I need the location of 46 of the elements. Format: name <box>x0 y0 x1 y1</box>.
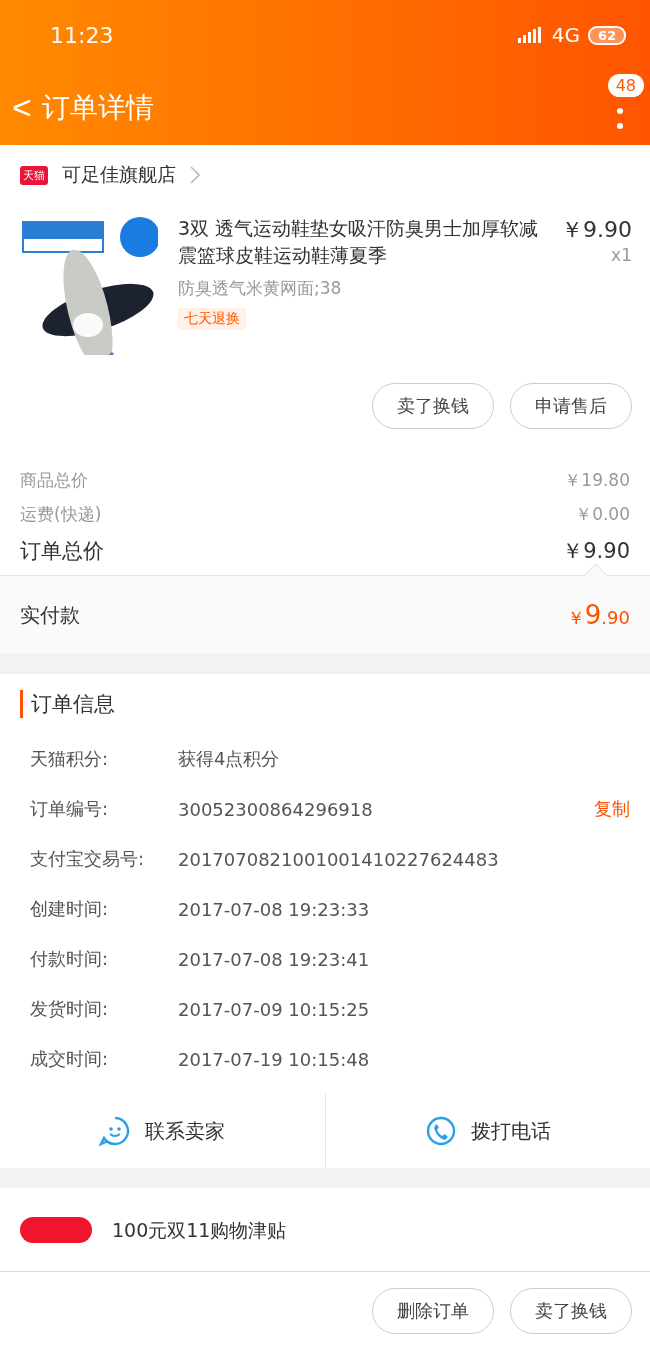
product-quantity: x1 <box>611 245 632 265</box>
action-button[interactable]: 卖了换钱 <box>510 1288 632 1334</box>
info-value: 2017-07-09 10:15:25 <box>178 998 371 1020</box>
status-time: 11:23 <box>50 22 114 48</box>
info-label: 成交时间: <box>30 1047 110 1071</box>
network-label: 4G <box>551 23 580 47</box>
paid-label: 实付款 <box>20 601 80 629</box>
battery-indicator: 62 <box>587 25 626 45</box>
summary-label: 运费(快递) <box>20 502 102 526</box>
phone-icon <box>424 1115 457 1147</box>
info-label: 创建时间: <box>30 897 110 921</box>
smiley-icon <box>99 1115 132 1147</box>
summary-label: 订单总价 <box>20 538 104 565</box>
info-label: 付款时间: <box>30 947 110 971</box>
info-value: 2017-07-08 19:23:33 <box>178 898 371 920</box>
summary-value: ￥0.00 <box>575 502 630 526</box>
info-label: 天猫积分: <box>30 747 110 771</box>
action-button[interactable]: 申请售后 <box>510 383 632 429</box>
signal-icon <box>517 27 544 43</box>
info-value: 2017-07-19 10:15:48 <box>178 1048 371 1070</box>
info-value: 30052300864296918 <box>178 798 374 820</box>
summary-value: ￥19.80 <box>564 468 630 492</box>
section-title: 订单信息 <box>20 690 630 718</box>
promo-title: 100元双11购物津贴 <box>112 1217 287 1242</box>
info-value: 获得4点积分 <box>178 747 281 771</box>
product-title[interactable]: 3双 透气运动鞋垫女吸汗防臭男士加厚软减震篮球皮鞋运动鞋薄夏季 <box>178 215 545 269</box>
summary-label: 商品总价 <box>20 468 88 492</box>
promo-badge <box>20 1216 92 1243</box>
summary-value: ￥9.90 <box>562 538 630 565</box>
return-tag: 七天退换 <box>178 308 246 330</box>
chevron-right-icon[interactable] <box>190 166 200 184</box>
info-label: 支付宝交易号: <box>30 847 146 871</box>
product-spec: 防臭透气米黄网面;38 <box>178 277 343 300</box>
more-icon[interactable] <box>617 107 623 130</box>
action-button[interactable]: 删除订单 <box>372 1288 494 1334</box>
message-badge: 48 <box>607 73 644 97</box>
product-price: ￥9.90 <box>561 216 632 244</box>
info-value: 2017070821001001410227624483 <box>178 848 500 870</box>
info-label: 订单编号: <box>30 797 110 821</box>
info-label: 发货时间: <box>30 997 110 1021</box>
info-value: 2017-07-08 19:23:41 <box>178 948 371 970</box>
page-title: 订单详情 <box>41 89 154 126</box>
paid-amount: ￥9.90 <box>566 600 630 630</box>
store-name[interactable]: 可足佳旗舰店 <box>62 162 176 188</box>
store-logo: 天猫 <box>20 165 48 185</box>
action-button[interactable]: 卖了换钱 <box>372 383 494 429</box>
